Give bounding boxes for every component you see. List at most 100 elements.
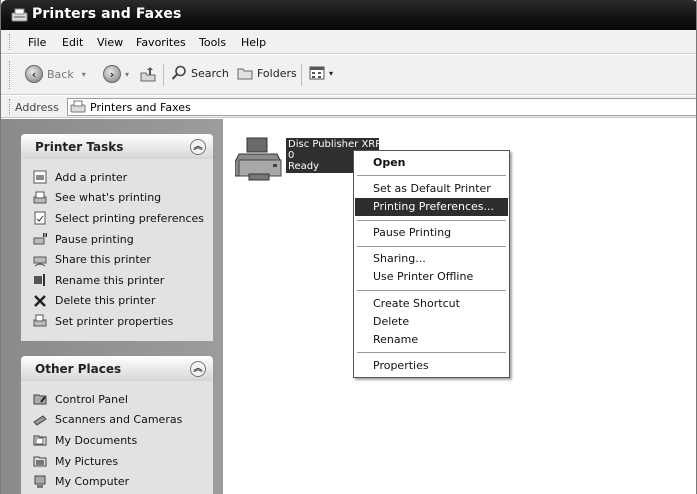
collapse-chevron-icon[interactable]: ︽ (190, 139, 206, 155)
address-label: Address (15, 101, 59, 114)
place-label: Scanners and Cameras (55, 413, 183, 427)
delete-x-icon (34, 295, 46, 307)
forward-dropdown-icon[interactable]: ▾ (125, 70, 129, 79)
search-button[interactable]: Search (171, 65, 229, 81)
task-label: Share this printer (55, 253, 151, 267)
printer-tasks-body: Add a printer See what's printing Select… (21, 159, 213, 341)
up-folder-icon (140, 67, 156, 82)
toolbar-separator-2 (301, 64, 302, 86)
menu-view[interactable]: View (97, 36, 123, 49)
place-my-documents[interactable]: My Documents (33, 430, 213, 451)
menu-printing-preferences[interactable]: Printing Preferences... (355, 198, 508, 216)
up-folder-button[interactable] (139, 65, 157, 83)
printer-icon (234, 137, 282, 181)
address-grip[interactable] (9, 99, 11, 115)
menu-open[interactable]: Open (355, 154, 508, 172)
printer-name: Disc Publisher XRP (288, 139, 382, 150)
task-share-printer[interactable]: Share this printer (33, 249, 213, 270)
forward-button[interactable]: › ▾ (103, 65, 129, 83)
menu-delete[interactable]: Delete (355, 313, 508, 331)
menu-pause-printing[interactable]: Pause Printing (355, 224, 508, 242)
back-arrow-icon: ‹ (25, 65, 43, 83)
printer-tasks-title: Printer Tasks (35, 140, 124, 154)
context-menu: Open Set as Default Printer Printing Pre… (353, 150, 510, 378)
place-my-pictures[interactable]: My Pictures (33, 451, 213, 472)
menu-rename[interactable]: Rename (355, 331, 508, 349)
printers-folder-icon (70, 100, 86, 113)
other-places-body: Control Panel Scanners and Cameras My Do… (21, 381, 213, 494)
views-icon (309, 66, 325, 80)
pictures-folder-icon (33, 456, 47, 467)
printer-tasks-group: Printer Tasks ︽ Add a printer See what's… (21, 134, 213, 341)
task-label: Select printing preferences (55, 211, 205, 225)
task-printing-preferences[interactable]: Select printing preferences (33, 208, 213, 229)
title-bar[interactable]: Printers and Faxes (1, 0, 696, 30)
folder-icon (33, 435, 47, 446)
explorer-window: Printers and Faxes File Edit View Favori… (0, 0, 697, 494)
window-title: Printers and Faxes (32, 6, 182, 22)
menu-file[interactable]: File (28, 36, 46, 49)
menu-separator (357, 290, 506, 291)
menu-separator (357, 175, 506, 176)
address-bar: Address Printers and Faxes (1, 96, 696, 118)
menu-sharing[interactable]: Sharing... (355, 250, 508, 268)
collapse-chevron-icon[interactable]: ︽ (190, 361, 206, 377)
address-field[interactable]: Printers and Faxes (67, 98, 696, 116)
task-label: See what's printing (55, 191, 162, 205)
place-my-computer[interactable]: My Computer (33, 471, 213, 492)
rename-icon (34, 274, 45, 287)
place-scanners-cameras[interactable]: Scanners and Cameras (33, 410, 213, 431)
menu-separator (357, 352, 506, 353)
task-label: Pause printing (55, 232, 134, 246)
back-label: Back (47, 67, 74, 81)
menu-separator (357, 220, 506, 221)
task-printer-properties[interactable]: Set printer properties (33, 311, 213, 332)
task-label: Add a printer (55, 170, 128, 184)
menu-help[interactable]: Help (241, 36, 266, 49)
views-dropdown-icon: ▾ (329, 68, 334, 78)
other-places-group: Other Places ︽ Control Panel Scanners an… (21, 356, 213, 494)
menu-tools[interactable]: Tools (199, 36, 226, 49)
share-printer-icon (33, 256, 47, 267)
back-dropdown-icon[interactable]: ▾ (82, 70, 86, 79)
preferences-icon (34, 211, 46, 225)
forward-arrow-icon: › (103, 65, 121, 83)
folders-icon (237, 68, 253, 80)
place-label: Control Panel (55, 392, 128, 406)
other-places-header[interactable]: Other Places ︽ (21, 356, 213, 381)
folders-button[interactable]: Folders (237, 65, 297, 81)
task-see-printing[interactable]: See what's printing (33, 188, 213, 209)
menu-bar: File Edit View Favorites Tools Help (1, 30, 696, 54)
menu-properties[interactable]: Properties (355, 357, 508, 375)
printer-item[interactable] (234, 136, 283, 184)
menu-create-shortcut[interactable]: Create Shortcut (355, 295, 508, 313)
place-control-panel[interactable]: Control Panel (33, 389, 213, 410)
search-label: Search (191, 66, 229, 80)
task-delete-printer[interactable]: Delete this printer (33, 291, 213, 312)
control-panel-icon (33, 394, 47, 405)
task-add-printer[interactable]: Add a printer (33, 167, 213, 188)
task-label: Delete this printer (55, 294, 156, 308)
add-printer-icon (33, 170, 47, 184)
toolbar-grip[interactable] (9, 61, 11, 89)
place-label: My Pictures (55, 454, 119, 468)
task-pane: Printer Tasks ︽ Add a printer See what's… (1, 119, 223, 494)
menu-set-default[interactable]: Set as Default Printer (355, 180, 508, 198)
printers-folder-icon (11, 8, 28, 22)
address-value: Printers and Faxes (90, 100, 191, 114)
menubar-grip[interactable] (9, 34, 11, 50)
task-rename-printer[interactable]: Rename this printer (33, 270, 213, 291)
menu-favorites[interactable]: Favorites (136, 36, 186, 49)
menu-use-offline[interactable]: Use Printer Offline (355, 268, 508, 286)
computer-icon (34, 475, 46, 488)
print-queue-icon (33, 191, 47, 204)
toolbar-separator (163, 64, 164, 86)
back-button[interactable]: ‹ Back ▾ (25, 65, 86, 83)
place-label: My Computer (55, 475, 130, 489)
task-pause-printing[interactable]: Pause printing (33, 229, 213, 250)
printer-tasks-header[interactable]: Printer Tasks ︽ (21, 134, 213, 159)
views-button[interactable]: ▾ (309, 65, 333, 81)
search-icon (171, 65, 186, 80)
menu-edit[interactable]: Edit (62, 36, 83, 49)
scanner-icon (33, 415, 47, 426)
